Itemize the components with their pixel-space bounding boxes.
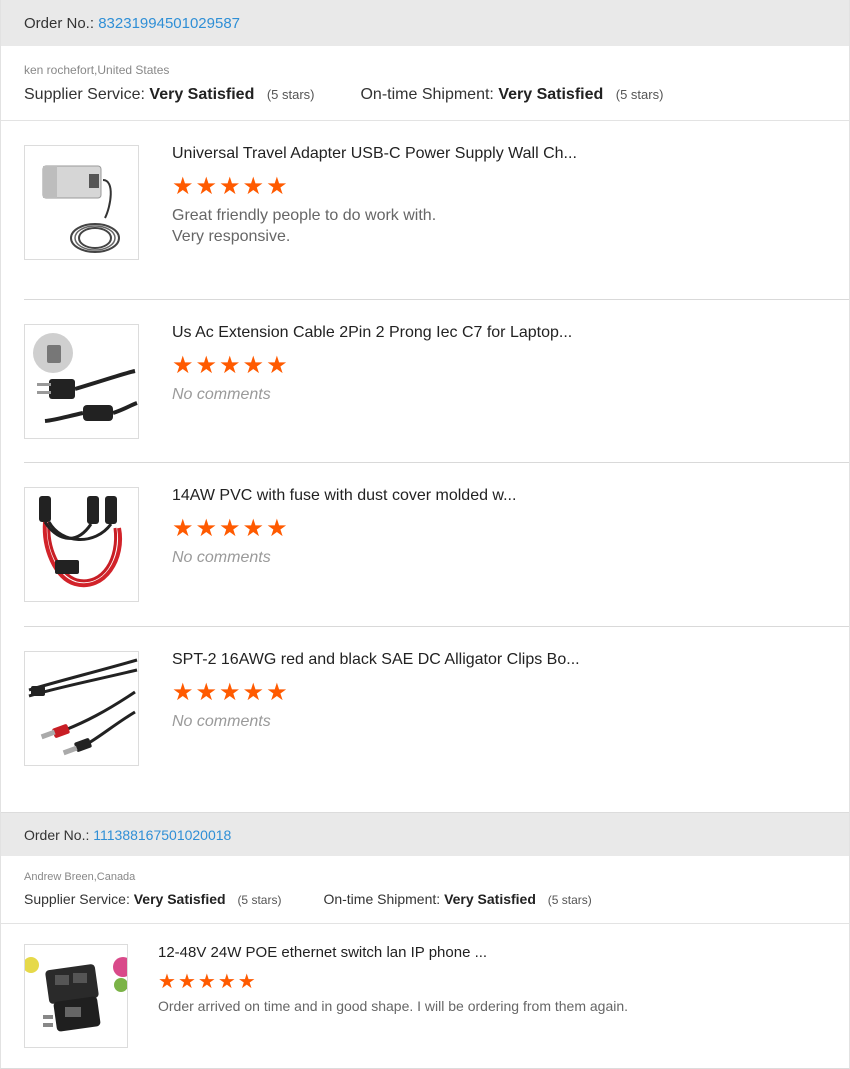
star-icon: ★ — [172, 173, 194, 200]
star-icon: ★ — [237, 971, 256, 993]
star-icon: ★ — [266, 515, 288, 542]
star-rating: ★ ★ ★ ★ ★ — [172, 354, 572, 378]
star-icon: ★ — [172, 679, 194, 706]
order-number-label: Order No.: — [24, 14, 95, 32]
star-icon: ★ — [242, 515, 265, 542]
star-icon: ★ — [266, 173, 288, 200]
supplier-service-rating: Supplier Service: Very Satisfied (5 star… — [24, 891, 281, 907]
star-icon: ★ — [195, 679, 218, 706]
star-icon: ★ — [266, 352, 288, 379]
item-body: Us Ac Extension Cable 2Pin 2 Prong Iec C… — [172, 324, 572, 462]
star-rating: ★ ★ ★ ★ ★ — [172, 517, 516, 541]
order-number-link[interactable]: 111388167501020018 — [93, 827, 231, 843]
power-cord-image[interactable] — [24, 324, 139, 439]
shipment-value: Very Satisfied — [444, 891, 536, 907]
star-rating: ★ ★ ★ ★ ★ — [158, 972, 628, 992]
star-icon: ★ — [242, 352, 265, 379]
product-title-link[interactable]: SPT-2 16AWG red and black SAE DC Alligat… — [172, 651, 580, 669]
review-comment: Order arrived on time and in good shape.… — [158, 998, 629, 1014]
star-icon: ★ — [219, 515, 241, 542]
supplier-service-rating: Supplier Service: Very Satisfied (5 star… — [24, 86, 314, 104]
shipment-rating: On-time Shipment: Very Satisfied (5 star… — [360, 86, 663, 104]
order-header: Order No.: 83231994501029587 — [1, 0, 849, 46]
star-icon: ★ — [195, 173, 218, 200]
buyer-name: Andrew Breen,Canada — [24, 871, 136, 883]
supplier-service-value: Very Satisfied — [149, 86, 255, 103]
review-item: Us Ac Extension Cable 2Pin 2 Prong Iec C… — [1, 300, 849, 462]
shipment-label: On-time Shipment: — [323, 891, 441, 907]
star-icon: ★ — [217, 971, 236, 993]
product-title-link[interactable]: 12-48V 24W POE ethernet switch lan IP ph… — [158, 944, 628, 961]
order-card: Order No.: 111388167501020018 Andrew Bre… — [0, 812, 850, 1069]
supplier-service-value: Very Satisfied — [133, 891, 226, 907]
review-item: 12-48V 24W POE ethernet switch lan IP ph… — [1, 924, 849, 1068]
star-icon: ★ — [172, 515, 194, 542]
star-icon: ★ — [197, 971, 216, 993]
shipment-stars: (5 stars) — [547, 893, 592, 907]
star-icon: ★ — [195, 352, 218, 379]
product-title-link[interactable]: Us Ac Extension Cable 2Pin 2 Prong Iec C… — [172, 324, 572, 342]
star-icon: ★ — [177, 971, 196, 993]
star-icon: ★ — [242, 679, 265, 706]
fused-cable-image[interactable] — [24, 487, 139, 602]
star-icon: ★ — [195, 515, 218, 542]
shipment-stars: (5 stars) — [615, 87, 664, 102]
order-card: Order No.: 83231994501029587 ken rochefo… — [0, 0, 850, 812]
review-comment-line: Great friendly people to do work with. — [172, 207, 437, 224]
review-item: Universal Travel Adapter USB-C Power Sup… — [1, 121, 849, 299]
alligator-clips-image[interactable] — [24, 651, 139, 766]
supplier-service-label: Supplier Service: — [24, 891, 130, 907]
supplier-service-stars: (5 stars) — [237, 893, 282, 907]
review-item: SPT-2 16AWG red and black SAE DC Alligat… — [1, 627, 849, 812]
review-comment-line: Very responsive. — [172, 228, 291, 245]
shipment-value: Very Satisfied — [498, 86, 604, 103]
item-body: Universal Travel Adapter USB-C Power Sup… — [172, 145, 577, 299]
supplier-service-stars: (5 stars) — [266, 87, 315, 102]
star-icon: ★ — [219, 679, 241, 706]
power-adapter-image[interactable] — [24, 145, 139, 260]
review-comment: Great friendly people to do work with. V… — [172, 205, 577, 247]
buyer-name: ken rochefort,United States — [24, 63, 170, 77]
product-title-link[interactable]: 14AW PVC with fuse with dust cover molde… — [172, 487, 516, 505]
star-rating: ★ ★ ★ ★ ★ — [172, 681, 580, 705]
star-icon: ★ — [242, 173, 265, 200]
item-body: SPT-2 16AWG red and black SAE DC Alligat… — [172, 651, 580, 812]
star-rating: ★ ★ ★ ★ ★ — [172, 175, 577, 199]
review-comment: No comments — [172, 549, 271, 566]
supplier-service-label: Supplier Service: — [24, 86, 145, 103]
order-header: Order No.: 111388167501020018 — [1, 812, 849, 856]
item-body: 12-48V 24W POE ethernet switch lan IP ph… — [158, 944, 628, 1068]
star-icon: ★ — [219, 173, 241, 200]
ratings-line: Supplier Service: Very Satisfied (5 star… — [1, 77, 849, 120]
shipment-label: On-time Shipment: — [360, 86, 494, 103]
review-comment: No comments — [172, 713, 271, 730]
star-icon: ★ — [172, 352, 194, 379]
poe-adapter-image[interactable] — [24, 944, 128, 1048]
item-body: 14AW PVC with fuse with dust cover molde… — [172, 487, 516, 626]
order-number-label: Order No.: — [24, 826, 90, 843]
order-number-link[interactable]: 83231994501029587 — [98, 15, 240, 32]
review-comment: No comments — [172, 386, 271, 403]
product-title-link[interactable]: Universal Travel Adapter USB-C Power Sup… — [172, 145, 577, 163]
ratings-line: Supplier Service: Very Satisfied (5 star… — [1, 883, 849, 923]
review-item: 14AW PVC with fuse with dust cover molde… — [1, 463, 849, 626]
star-icon: ★ — [266, 679, 288, 706]
shipment-rating: On-time Shipment: Very Satisfied (5 star… — [323, 891, 591, 907]
star-icon: ★ — [158, 971, 176, 993]
star-icon: ★ — [219, 352, 241, 379]
